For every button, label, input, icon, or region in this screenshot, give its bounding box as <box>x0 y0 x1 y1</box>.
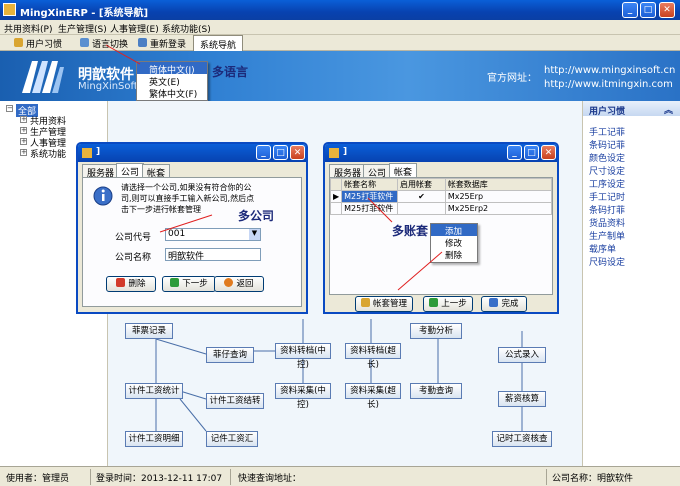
status-login-time: 登录时间：2013-12-11 17:07 <box>96 474 223 484</box>
status-separator <box>230 469 231 485</box>
status-separator <box>90 469 91 485</box>
status-company: 公司名称：明歆软件 <box>552 474 634 484</box>
status-user: 使用者：管理员 <box>6 474 70 484</box>
status-query-label: 快速查询地址： <box>238 474 302 484</box>
annotation-arrows <box>105 44 443 291</box>
status-bar: 使用者：管理员 登录时间：2013-12-11 17:07 快速查询地址： 公司… <box>0 466 680 486</box>
status-separator <box>546 469 547 485</box>
